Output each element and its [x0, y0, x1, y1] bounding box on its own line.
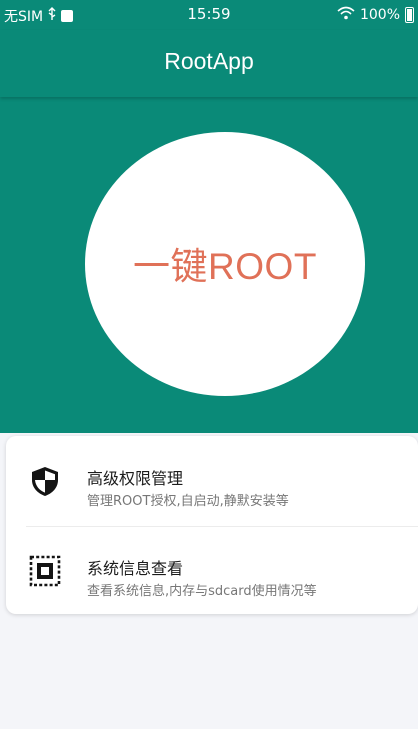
wifi-icon: [337, 6, 355, 24]
menu-card: 高级权限管理 管理ROOT授权,自启动,静默安装等 系统信息查看 查看系统信息,…: [6, 436, 418, 614]
menu-item-system-info[interactable]: 系统信息查看 查看系统信息,内存与sdcard使用情况等: [6, 526, 418, 614]
chip-icon: [28, 554, 62, 588]
menu-item-title: 系统信息查看: [87, 559, 184, 578]
battery-icon: [405, 7, 414, 23]
menu-item-subtitle: 查看系统信息,内存与sdcard使用情况等: [87, 584, 317, 599]
app-bar: RootApp: [0, 30, 418, 97]
status-bar: 无SIM 15:59 100%: [0, 0, 418, 30]
menu-item-title: 高级权限管理: [87, 469, 184, 488]
root-button-label: 一键ROOT: [133, 246, 317, 287]
shield-icon: [28, 464, 62, 498]
status-right: 100%: [337, 6, 414, 24]
menu-item-subtitle: 管理ROOT授权,自启动,静默安装等: [87, 494, 289, 509]
app-title: RootApp: [164, 48, 254, 74]
menu-item-permission-management[interactable]: 高级权限管理 管理ROOT授权,自启动,静默安装等: [6, 436, 418, 524]
hero-section: 一键ROOT: [0, 97, 418, 433]
one-click-root-button[interactable]: 一键ROOT: [85, 132, 365, 396]
battery-percent: 100%: [359, 7, 400, 23]
